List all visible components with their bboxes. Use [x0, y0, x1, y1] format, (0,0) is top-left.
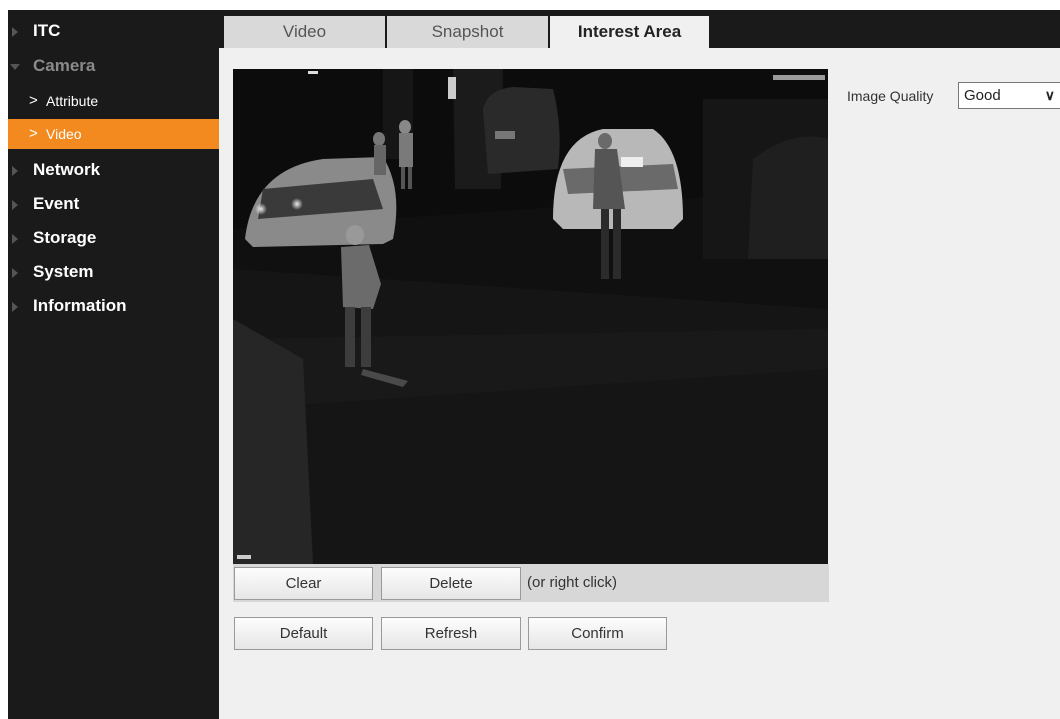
sidebar-item-label: Information — [33, 296, 127, 315]
image-quality-select[interactable]: Good ∨ — [958, 82, 1060, 109]
sidebar-item-storage[interactable]: Storage — [8, 223, 219, 253]
sidebar-subitem-video[interactable]: > Video — [8, 119, 219, 149]
tab-bar: Video Snapshot Interest Area — [219, 10, 1060, 48]
sidebar-item-label: ITC — [33, 21, 61, 40]
image-quality-label: Image Quality — [847, 88, 934, 104]
main-panel: Video Snapshot Interest Area Clear Delet… — [219, 10, 1060, 719]
sidebar-item-system[interactable]: System — [8, 257, 219, 287]
sidebar-item-label: Event — [33, 194, 80, 213]
chevron-right-icon: > — [29, 125, 38, 142]
collapsed-arrow-icon — [12, 166, 18, 176]
right-click-hint: (or right click) — [527, 574, 618, 591]
collapsed-arrow-icon — [12, 234, 18, 244]
sidebar-item-label: System — [33, 262, 94, 281]
sidebar-subitem-label: Attribute — [46, 93, 99, 109]
sidebar-item-label: Camera — [33, 56, 96, 75]
tab-interest-area[interactable]: Interest Area — [550, 16, 709, 48]
tab-video[interactable]: Video — [224, 16, 385, 48]
delete-button[interactable]: Delete — [381, 567, 521, 600]
sidebar: ITC Camera > Attribute > Video Network E… — [8, 10, 219, 719]
sidebar-subitem-attribute[interactable]: > Attribute — [8, 86, 219, 116]
sidebar-item-label: Network — [33, 160, 101, 179]
sidebar-item-information[interactable]: Information — [8, 291, 219, 321]
sidebar-item-camera[interactable]: Camera — [8, 51, 219, 81]
collapsed-arrow-icon — [12, 302, 18, 312]
image-quality-value: Good — [964, 87, 1001, 104]
collapsed-arrow-icon — [12, 27, 18, 37]
sidebar-subitem-label: Video — [46, 126, 82, 142]
refresh-button[interactable]: Refresh — [381, 617, 521, 650]
sidebar-item-network[interactable]: Network — [8, 155, 219, 185]
sidebar-item-event[interactable]: Event — [8, 189, 219, 219]
clear-button[interactable]: Clear — [234, 567, 373, 600]
collapsed-arrow-icon — [12, 200, 18, 210]
default-button[interactable]: Default — [234, 617, 373, 650]
chevron-down-icon: ∨ — [1044, 87, 1055, 103]
collapsed-arrow-icon — [12, 268, 18, 278]
tab-snapshot[interactable]: Snapshot — [387, 16, 548, 48]
sidebar-item-itc[interactable]: ITC — [8, 16, 219, 46]
live-video-view[interactable] — [233, 69, 828, 564]
sidebar-item-label: Storage — [33, 228, 97, 247]
confirm-button[interactable]: Confirm — [528, 617, 667, 650]
expanded-arrow-icon — [10, 64, 20, 70]
chevron-right-icon: > — [29, 92, 38, 109]
camera-feed-image — [233, 69, 828, 564]
